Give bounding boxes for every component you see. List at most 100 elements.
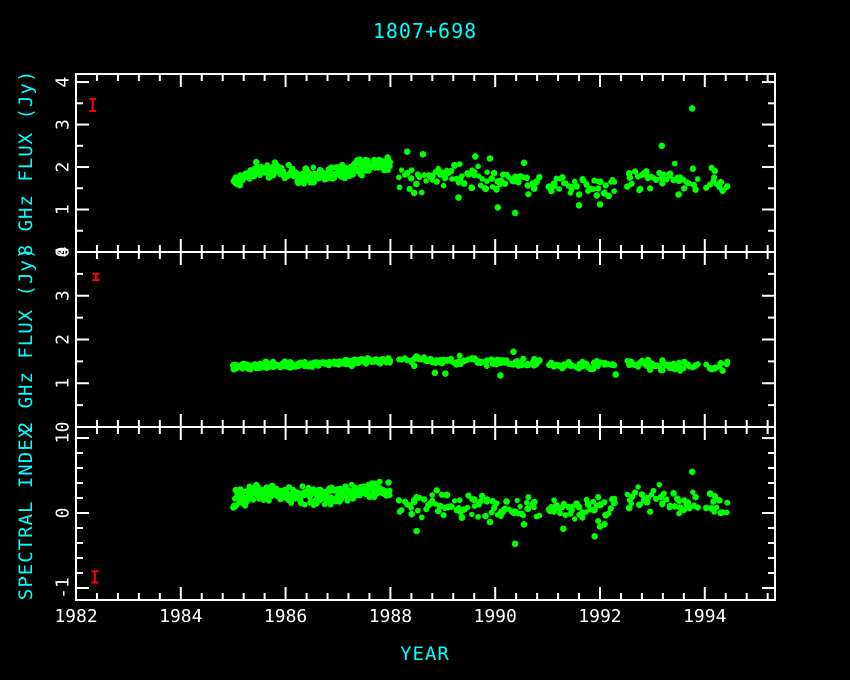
- y-axis-title-spectral-index: SPECTRAL INDEX: [15, 426, 37, 600]
- data-point: [595, 494, 601, 500]
- typical-error-bar-2ghz-flux: [92, 274, 99, 280]
- outlier-point: [576, 202, 583, 209]
- outlier-point: [404, 148, 411, 155]
- panel-points-spectral-index: [230, 469, 730, 548]
- data-point: [724, 183, 730, 189]
- data-point: [676, 499, 682, 505]
- y-tick-label: 3: [53, 290, 74, 301]
- data-point: [572, 516, 577, 521]
- data-point: [717, 360, 724, 367]
- data-point: [396, 175, 402, 181]
- data-point: [695, 504, 701, 510]
- data-point: [647, 185, 653, 191]
- data-point: [299, 483, 305, 489]
- data-point: [399, 167, 404, 172]
- data-point: [408, 505, 414, 511]
- data-point: [719, 367, 726, 374]
- y-tick-label: 0: [53, 422, 74, 433]
- x-tick-label: 1984: [159, 606, 202, 627]
- outlier-point: [597, 523, 604, 530]
- data-point: [680, 506, 687, 513]
- data-point: [643, 168, 649, 174]
- data-point: [484, 364, 490, 370]
- outlier-point: [521, 521, 528, 528]
- data-point: [663, 496, 669, 502]
- data-point: [469, 512, 474, 517]
- data-point: [302, 502, 308, 508]
- data-point: [635, 484, 640, 489]
- data-point: [457, 353, 463, 359]
- y-tick-label: 1: [53, 204, 74, 215]
- outlier-point: [597, 201, 604, 208]
- panel-points-2ghz-flux: [230, 349, 730, 379]
- data-point: [461, 180, 468, 187]
- y-tick-label: 3: [53, 119, 74, 130]
- data-point: [657, 482, 663, 488]
- y-tick-label: 2: [53, 162, 74, 173]
- data-point: [557, 510, 563, 516]
- outlier-point: [497, 372, 504, 379]
- data-point: [521, 513, 527, 519]
- data-point: [536, 174, 542, 180]
- data-point: [525, 191, 531, 197]
- y-tick-label: -1: [53, 577, 74, 599]
- data-point: [632, 489, 638, 495]
- outlier-point: [512, 541, 519, 548]
- data-point: [605, 193, 612, 200]
- data-point: [653, 177, 659, 183]
- chart-title: 1807+698: [373, 19, 477, 43]
- data-point: [421, 496, 427, 502]
- data-point: [493, 500, 499, 506]
- data-point: [387, 492, 393, 498]
- data-point: [672, 161, 678, 167]
- data-point: [411, 363, 418, 370]
- data-point: [710, 499, 716, 505]
- data-point: [482, 185, 489, 192]
- data-point: [399, 507, 405, 513]
- y-tick-label: 0: [53, 508, 74, 519]
- data-point: [611, 363, 617, 369]
- data-point: [419, 190, 425, 196]
- data-point: [520, 356, 526, 362]
- x-tick-label: 1994: [683, 606, 726, 627]
- data-point: [724, 359, 730, 365]
- data-point: [651, 488, 657, 494]
- data-point: [671, 503, 678, 510]
- data-point: [408, 511, 415, 518]
- outlier-point: [689, 105, 696, 112]
- data-point: [524, 175, 530, 181]
- data-point: [597, 179, 604, 186]
- data-points-layer: [89, 99, 730, 583]
- data-point: [387, 360, 393, 366]
- data-point: [468, 184, 475, 191]
- x-tick-label: 1986: [264, 606, 307, 627]
- data-point: [603, 182, 609, 188]
- panel-points-8ghz-flux: [231, 105, 731, 216]
- outlier-point: [487, 519, 494, 526]
- outlier-point: [495, 204, 502, 211]
- data-point: [413, 181, 420, 188]
- outlier-point: [689, 469, 696, 476]
- data-point: [595, 518, 601, 524]
- data-point: [525, 494, 531, 500]
- data-point: [434, 487, 440, 493]
- data-point: [475, 164, 481, 170]
- data-point: [397, 185, 403, 191]
- outlier-point: [455, 194, 462, 201]
- y-tick-label: 2: [53, 334, 74, 345]
- data-point: [411, 190, 417, 196]
- data-point: [484, 169, 490, 175]
- data-point: [681, 185, 687, 191]
- data-point: [484, 496, 490, 502]
- data-point: [611, 179, 617, 185]
- data-point: [712, 168, 718, 174]
- outlier-point: [487, 155, 494, 162]
- data-point: [465, 505, 471, 511]
- outlier-point: [560, 526, 567, 533]
- data-point: [408, 175, 414, 181]
- data-point: [448, 168, 455, 175]
- data-point: [556, 186, 562, 192]
- axes-frame-layer: 19821984198619881990199219940123401234-1…: [53, 74, 776, 627]
- outlier-point: [432, 370, 439, 377]
- y-tick-label: 1: [53, 433, 74, 444]
